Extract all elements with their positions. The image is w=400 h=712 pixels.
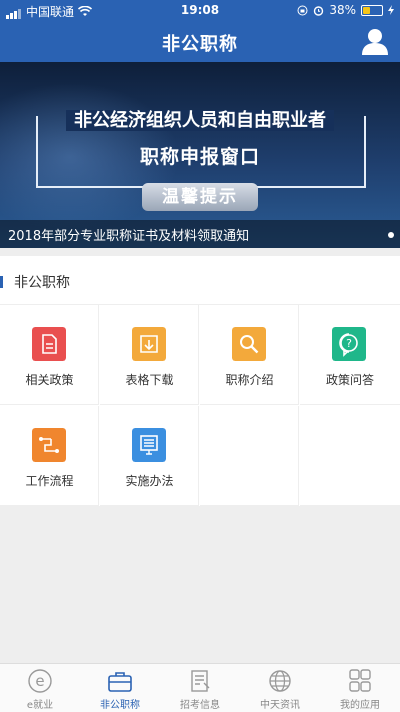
e-icon: e <box>28 669 52 693</box>
download-icon <box>132 327 166 361</box>
tab-label: 招考信息 <box>180 700 220 711</box>
grid-item-form-download[interactable]: 表格下载 <box>100 305 199 405</box>
svg-text:e: e <box>35 672 44 690</box>
section-title: 非公职称 <box>14 275 70 291</box>
briefcase-icon <box>108 672 132 692</box>
apps-icon <box>349 669 371 692</box>
alarm-icon <box>314 5 324 16</box>
list-icon <box>132 428 166 462</box>
grid-item-label: 职称介绍 <box>225 373 274 387</box>
section-accent-bar <box>0 276 3 288</box>
tab-e-employment[interactable]: e e就业 <box>0 664 80 712</box>
page-title: 非公职称 <box>162 34 238 55</box>
status-bar: 中国联通 19:08 38% <box>0 0 400 20</box>
banner-subheadline: 职称申报窗口 <box>139 146 260 168</box>
grid-item-policy-qa[interactable]: ? 政策问答 <box>300 305 400 405</box>
battery-percent: 38% <box>329 3 356 17</box>
tab-my-apps[interactable]: 我的应用 <box>320 664 400 712</box>
notepad-icon <box>191 670 210 692</box>
rotation-lock-icon <box>297 5 308 15</box>
grid-item-title-intro[interactable]: 职称介绍 <box>200 305 299 405</box>
grid-item-label: 政策问答 <box>325 373 374 387</box>
banner-carousel[interactable]: 非公经济组织人员和自由职业者 职称申报窗口 温馨提示 2018年部分专业职称证书… <box>0 62 400 248</box>
banner-caption[interactable]: 2018年部分专业职称证书及材料领取通知 <box>8 225 249 244</box>
question-icon: ? <box>332 327 366 361</box>
feature-grid: 相关政策 表格下载 职称介绍 ? 政策问答 工作流程 实施办法 <box>0 305 400 506</box>
banner-headline: 非公经济组织人员和自由职业者 <box>66 110 334 131</box>
grid-item-workflow[interactable]: 工作流程 <box>0 406 99 506</box>
feature-section: 非公职称 相关政策 表格下载 职称介绍 ? 政策问答 工作流程 实施办法 <box>0 256 400 506</box>
svg-text:?: ? <box>346 337 352 350</box>
grid-empty-cell <box>200 406 299 506</box>
tab-bar: e e就业 非公职称 招考信息 中天资讯 我的应用 <box>0 663 400 712</box>
search-icon <box>232 327 266 361</box>
tab-label: 非公职称 <box>100 700 140 711</box>
carousel-dot[interactable] <box>388 232 394 238</box>
grid-item-label: 相关政策 <box>25 373 74 387</box>
grid-item-label: 工作流程 <box>25 474 74 488</box>
grid-item-implementation[interactable]: 实施办法 <box>100 406 199 506</box>
flow-icon <box>32 428 66 462</box>
tab-non-public-title[interactable]: 非公职称 <box>80 664 160 712</box>
globe-icon <box>269 670 291 692</box>
nav-bar: 非公职称 <box>0 20 400 62</box>
tab-label: e就业 <box>26 700 54 711</box>
user-icon[interactable] <box>360 26 390 56</box>
grid-item-label: 表格下载 <box>125 373 174 387</box>
tab-label: 中天资讯 <box>260 700 300 711</box>
charging-icon <box>388 5 394 15</box>
tab-label: 我的应用 <box>340 700 380 711</box>
section-header: 非公职称 <box>0 256 400 305</box>
banner-caption-bar[interactable]: 2018年部分专业职称证书及材料领取通知 <box>0 220 400 248</box>
banner-tip-button[interactable]: 温馨提示 <box>142 183 258 211</box>
document-icon <box>32 327 66 361</box>
grid-empty-cell <box>300 406 400 506</box>
grid-item-label: 实施办法 <box>125 474 174 488</box>
grid-item-related-policy[interactable]: 相关政策 <box>0 305 99 405</box>
battery-icon <box>361 4 383 16</box>
tab-exam-info[interactable]: 招考信息 <box>160 664 240 712</box>
tab-news[interactable]: 中天资讯 <box>240 664 320 712</box>
